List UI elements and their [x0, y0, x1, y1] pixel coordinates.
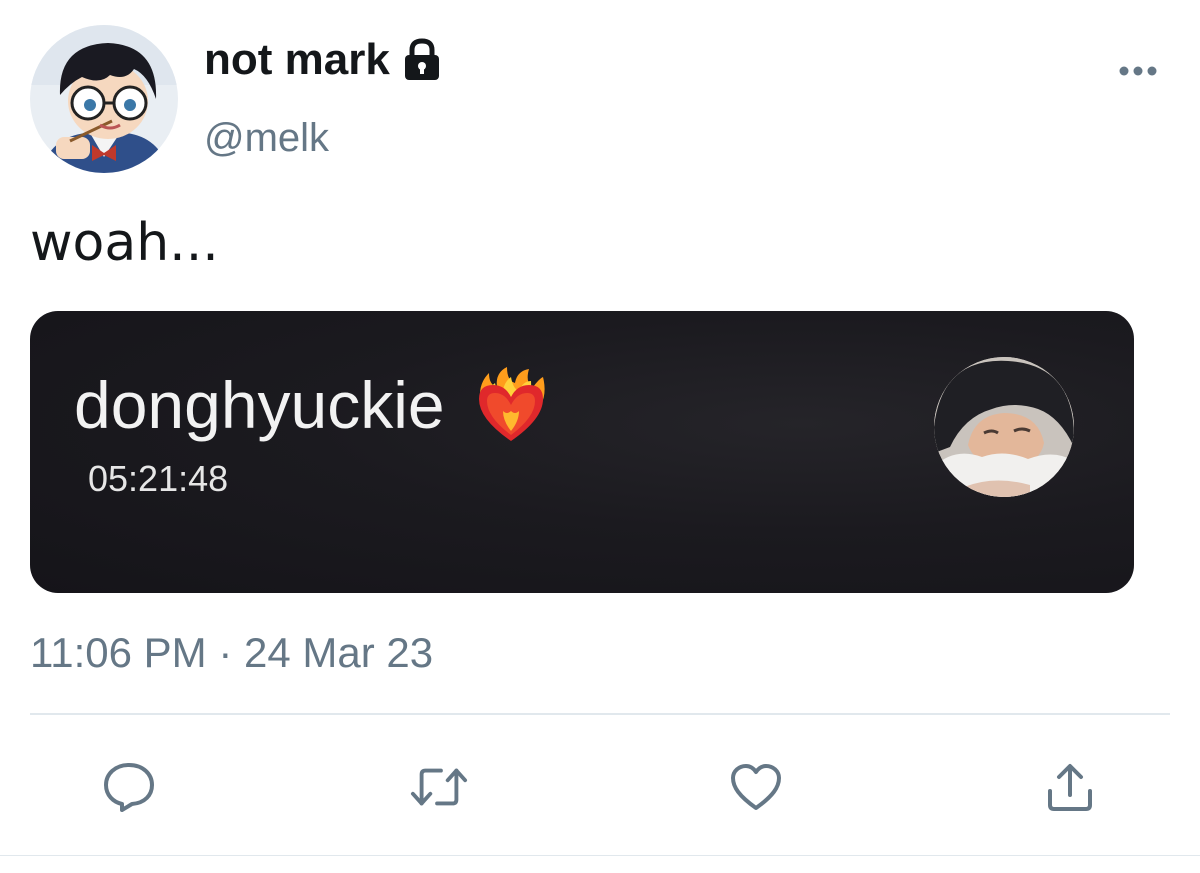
display-name[interactable]: not mark	[204, 38, 390, 82]
display-name-row[interactable]: not mark	[204, 38, 442, 82]
contact-name: donghyuckie	[74, 368, 445, 442]
contact-name-row: donghyuckie	[74, 365, 549, 445]
more-dots-icon[interactable]	[1118, 64, 1158, 83]
lock-icon	[402, 38, 442, 82]
anime-avatar-icon	[30, 25, 178, 173]
tweet-timestamp[interactable]: 11:06 PM · 24 Mar 23	[30, 632, 433, 674]
like-button[interactable]	[727, 758, 785, 816]
heart-on-fire-icon	[473, 365, 549, 445]
heart-icon	[731, 764, 781, 810]
contact-photo-icon	[934, 357, 1074, 497]
retweet-icon	[410, 768, 468, 806]
share-button[interactable]	[1041, 758, 1099, 816]
reply-button[interactable]	[100, 758, 158, 816]
call-timer: 05:21:48	[88, 458, 229, 499]
tweet-text: woah...	[30, 213, 219, 273]
user-handle[interactable]: @melk	[204, 118, 329, 158]
media-image[interactable]: donghyuckie 05:21:48	[30, 311, 1134, 593]
reply-icon	[104, 763, 154, 812]
bottom-divider	[0, 855, 1200, 856]
divider	[30, 713, 1170, 715]
retweet-button[interactable]	[410, 758, 468, 816]
avatar[interactable]	[30, 25, 178, 173]
share-icon	[1048, 764, 1092, 811]
